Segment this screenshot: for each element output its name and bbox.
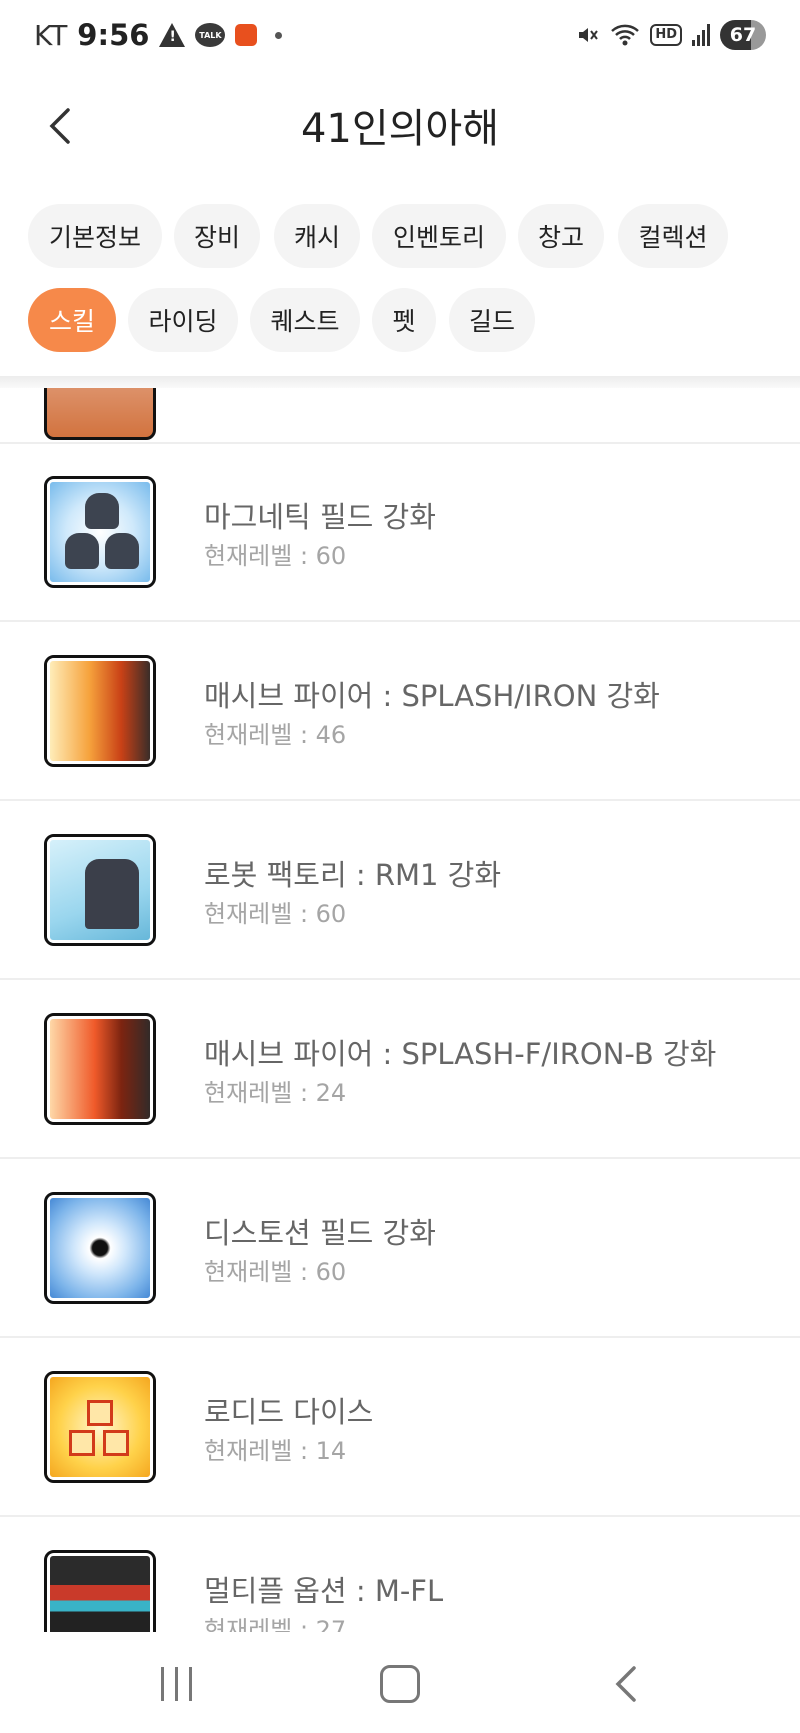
tab-skill[interactable]: 스킬 [28, 288, 116, 352]
mute-icon [576, 23, 600, 47]
skill-name: 매시브 파이어 : SPLASH-F/IRON-B 강화 [204, 1037, 717, 1071]
more-notifications-icon [275, 31, 283, 39]
skill-level: 현재레벨 : 14 [204, 1437, 347, 1465]
skill-level: 현재레벨 : 24 [204, 1079, 347, 1107]
skill-icon [44, 388, 156, 440]
list-item[interactable]: 로디드 다이스 현재레벨 : 14 [0, 1339, 800, 1517]
header-divider [0, 376, 800, 388]
skill-level: 현재레벨 : 27 [204, 1616, 347, 1632]
skill-name: 멀티플 옵션 : M-FL [204, 1574, 444, 1608]
kakaotalk-icon: TALK [195, 23, 226, 47]
list-item[interactable]: 멀티플 옵션 : M-FL 현재레벨 : 27 [0, 1518, 800, 1632]
nav-back-icon[interactable] [596, 1662, 656, 1706]
massive-fire-b-skill-icon [44, 1013, 156, 1125]
tab-equipment[interactable]: 장비 [174, 204, 260, 268]
tab-quest[interactable]: 퀘스트 [250, 288, 360, 352]
tab-pet[interactable]: 펫 [372, 288, 436, 352]
skill-list[interactable]: 마그네틱 필드 강화 현재레벨 : 60 매시브 파이어 : SPLASH/IR… [0, 388, 800, 1632]
tab-cash[interactable]: 캐시 [274, 204, 360, 268]
list-item[interactable]: 매시브 파이어 : SPLASH-F/IRON-B 강화 현재레벨 : 24 [0, 981, 800, 1159]
tab-riding[interactable]: 라이딩 [128, 288, 238, 352]
system-nav-bar [0, 1632, 800, 1733]
app-notification-icon [235, 24, 258, 46]
distortion-field-skill-icon [44, 1192, 156, 1304]
hd-voice-icon: HD [650, 24, 682, 46]
multiple-option-skill-icon [44, 1550, 156, 1632]
status-bar: KT 9:56 ! TALK HD 67 [0, 0, 800, 76]
skill-level: 현재레벨 : 60 [204, 542, 347, 570]
skill-name: 마그네틱 필드 강화 [204, 500, 436, 534]
warning-icon: ! [159, 23, 186, 47]
tab-storage[interactable]: 창고 [518, 204, 604, 268]
home-icon[interactable] [370, 1662, 430, 1706]
wifi-icon [610, 23, 640, 47]
clock: 9:56 [77, 18, 150, 52]
battery-icon: 67 [720, 20, 766, 50]
list-item[interactable] [0, 388, 800, 444]
skill-level: 현재레벨 : 60 [204, 900, 347, 928]
tab-inventory[interactable]: 인벤토리 [372, 204, 506, 268]
list-item[interactable]: 매시브 파이어 : SPLASH/IRON 강화 현재레벨 : 46 [0, 623, 800, 801]
skill-level: 현재레벨 : 60 [204, 1258, 347, 1286]
massive-fire-skill-icon [44, 655, 156, 767]
magnetic-field-skill-icon [44, 476, 156, 588]
page-title: 41인의아해 [300, 106, 500, 152]
recent-apps-icon[interactable] [146, 1662, 206, 1706]
carrier-label: KT [34, 18, 68, 52]
signal-icon [692, 24, 710, 46]
tab-guild[interactable]: 길드 [449, 288, 535, 352]
list-item[interactable]: 디스토션 필드 강화 현재레벨 : 60 [0, 1160, 800, 1338]
loaded-dice-skill-icon [44, 1371, 156, 1483]
skill-name: 매시브 파이어 : SPLASH/IRON 강화 [204, 679, 660, 713]
robot-factory-skill-icon [44, 834, 156, 946]
list-item[interactable]: 로봇 팩토리 : RM1 강화 현재레벨 : 60 [0, 802, 800, 980]
skill-name: 로봇 팩토리 : RM1 강화 [204, 858, 502, 892]
tab-basic-info[interactable]: 기본정보 [28, 204, 162, 268]
tab-collection[interactable]: 컬렉션 [618, 204, 728, 268]
list-item[interactable]: 마그네틱 필드 강화 현재레벨 : 60 [0, 444, 800, 622]
skill-name: 로디드 다이스 [204, 1395, 374, 1429]
skill-name: 디스토션 필드 강화 [204, 1216, 436, 1250]
app-header: 41인의아해 [0, 76, 800, 186]
skill-level: 현재레벨 : 46 [204, 721, 347, 749]
